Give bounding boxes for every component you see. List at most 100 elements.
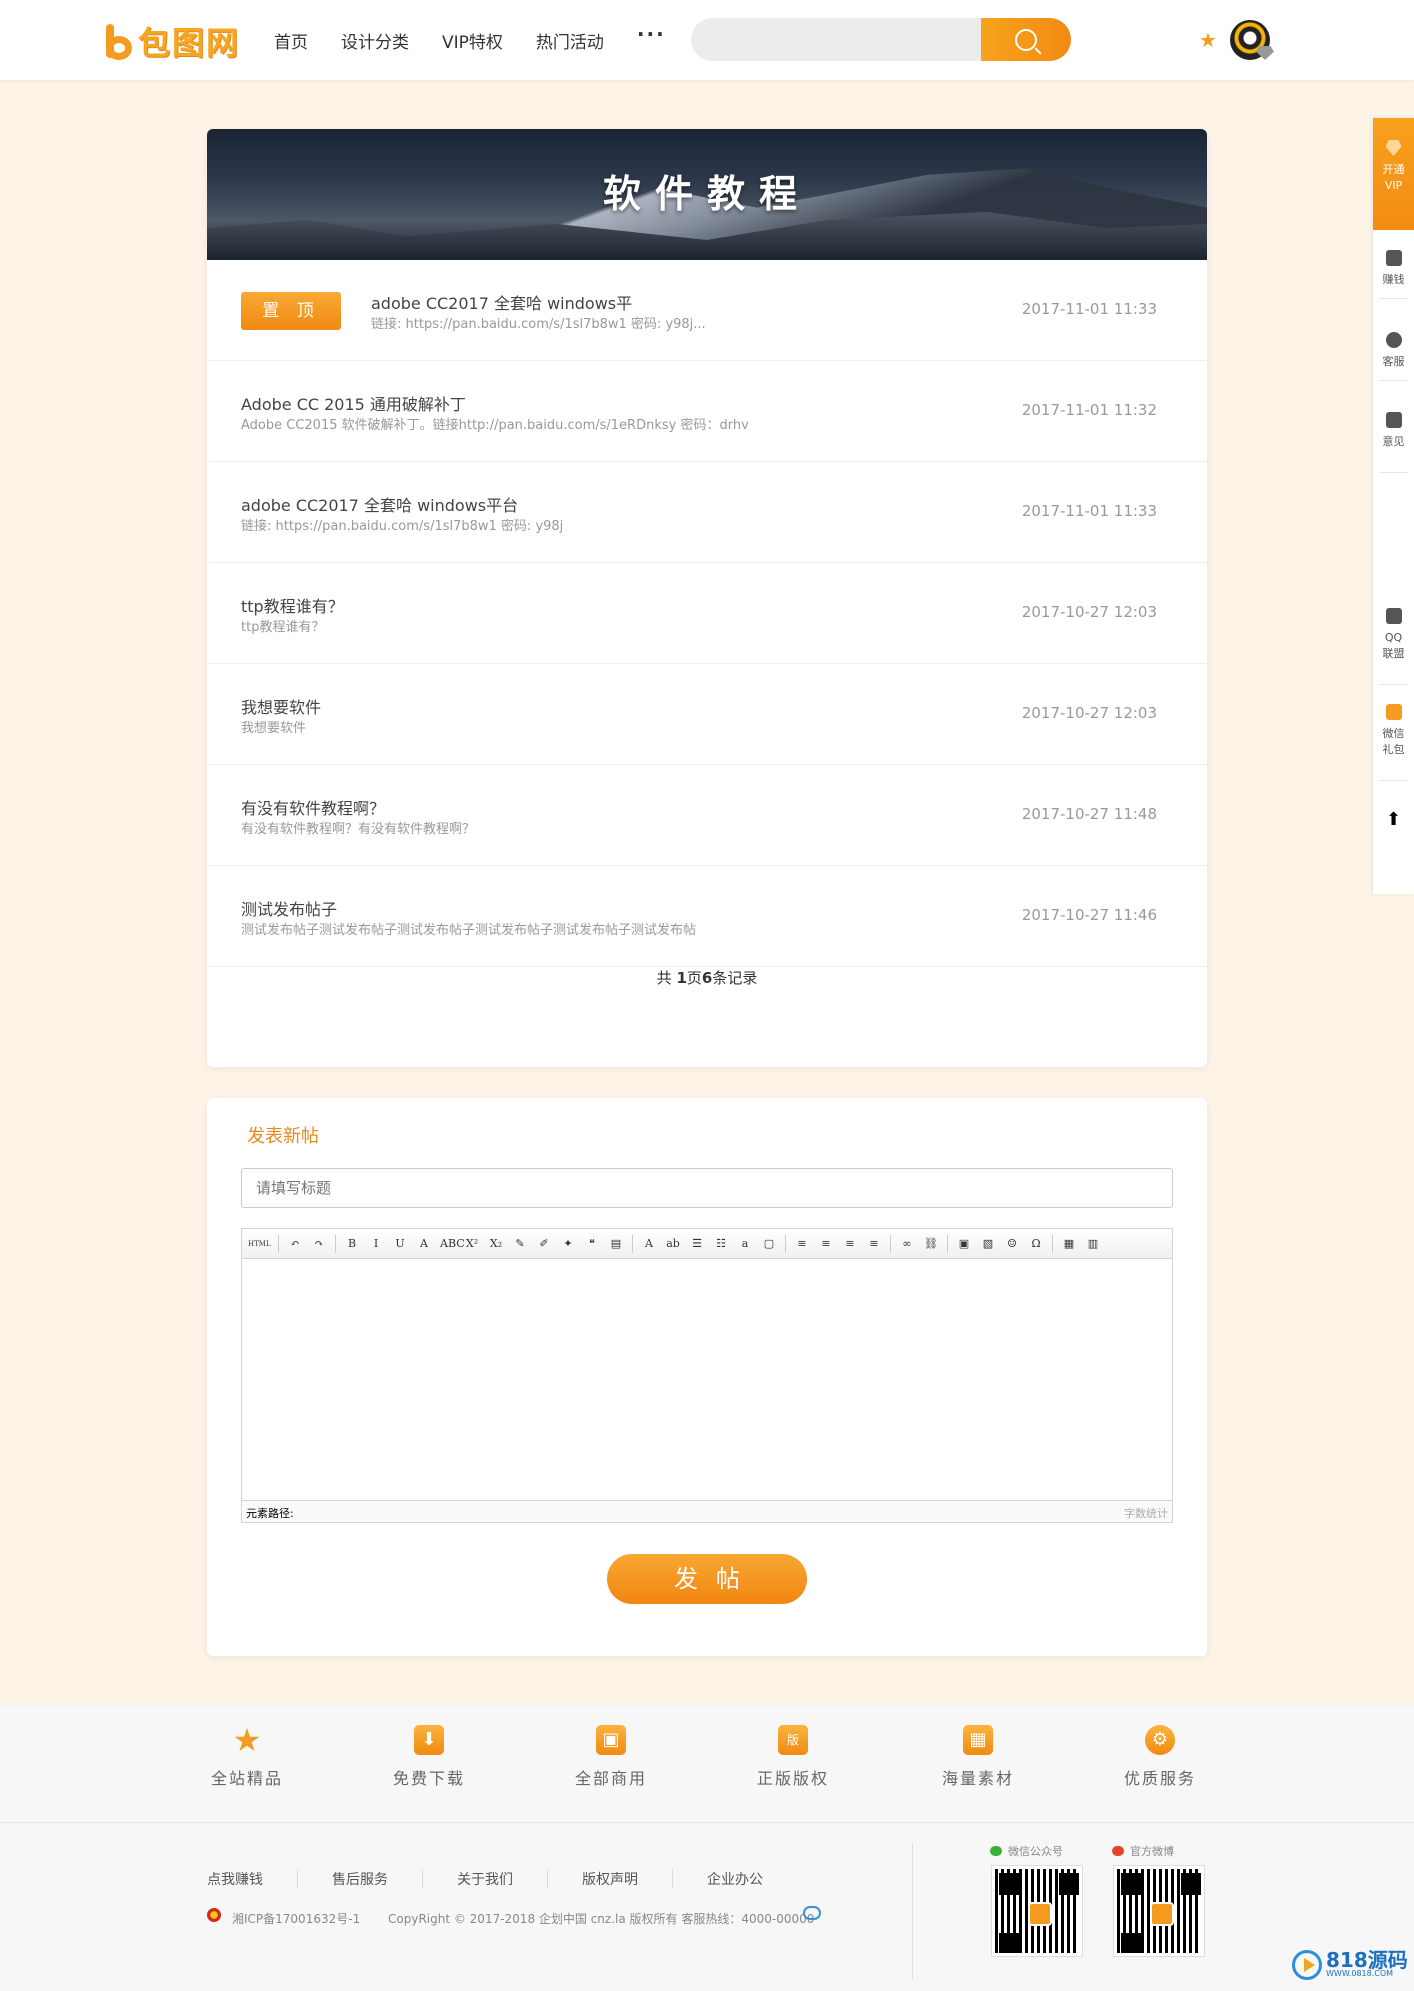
sidebar-item-qq-union[interactable]: QQ联盟 [1373,608,1414,662]
post-title-input[interactable] [241,1168,1173,1208]
post-title[interactable]: adobe CC2017 全套哈 windows平 [371,290,632,314]
editor-toolbar-button[interactable]: Ω [1028,1236,1044,1252]
pager-prefix: 共 [656,969,677,987]
divider [1379,780,1408,781]
editor-toolbar-button[interactable]: ≡ [866,1236,882,1252]
pager-mid: 页 [686,969,702,987]
editor-toolbar-button[interactable]: ▦ [1061,1236,1077,1252]
feedback-icon [1385,412,1402,428]
editor-toolbar-button[interactable]: B [344,1236,360,1252]
footer-link-after-sales[interactable]: 售后服务 [297,1869,422,1889]
divider [912,1843,913,1979]
post-title[interactable]: 测试发布帖子 [241,896,337,920]
post-summary: 链接: https://pan.baidu.com/s/1sl7b8w1 密码:… [371,317,706,332]
right-float-sidebar: 开通VIP 赚钱 客服 意见 QQ联盟 微信礼包 ⬆ [1373,118,1414,894]
toolbar-separator [890,1234,891,1253]
cloud-icon [803,1906,821,1920]
editor-toolbar-button[interactable]: ☷ [713,1236,729,1252]
post-title[interactable]: 有没有软件教程啊？ [241,795,385,819]
nav-item-hot-events[interactable]: 热门活动 [536,28,604,53]
editor-toolbar-button[interactable]: ▤ [608,1236,624,1252]
editor-toolbar-button[interactable]: ▧ [980,1236,996,1252]
favorites-star-icon[interactable]: ★ [1199,28,1217,52]
post-row[interactable]: adobe CC2017 全套哈 windows平台 链接: https://p… [207,462,1207,563]
divider [1379,684,1408,685]
editor-toolbar-button[interactable]: X₂ [488,1236,504,1252]
editor-toolbar-button[interactable]: ✦ [560,1236,576,1252]
footer-link-copyright[interactable]: 版权声明 [547,1869,672,1889]
editor-toolbar-button[interactable]: ABC [440,1236,465,1252]
nav-item-vip[interactable]: VIP特权 [442,28,503,53]
post-row[interactable]: Adobe CC 2015 通用破解补丁 Adobe CC2015 软件破解补丁… [207,361,1207,462]
editor-toolbar-button[interactable]: A [641,1236,657,1252]
editor-toolbar-button[interactable]: ▢ [761,1236,777,1252]
icp-number[interactable]: 湘ICP备17001632号-1 [232,1910,360,1927]
post-date: 2017-10-27 11:46 [1021,906,1157,924]
qr-label-text: 官方微博 [1130,1845,1174,1858]
editor-toolbar-button[interactable]: ≡ [794,1236,810,1252]
toolbar-separator [632,1234,633,1253]
editor-toolbar-button[interactable]: ∞ [899,1236,915,1252]
nav-more-button[interactable]: ··· [637,22,666,53]
post-title[interactable]: 我想要软件 [241,694,321,718]
editor-toolbar-button[interactable]: ✎ [512,1236,528,1252]
pagination-summary: 共 1页6条记录 [207,967,1207,988]
editor-toolbar-button[interactable]: ❝ [584,1236,600,1252]
editor-toolbar-button[interactable]: U [392,1236,408,1252]
post-row[interactable]: 测试发布帖子 测试发布帖子测试发布帖子测试发布帖子测试发布帖子测试发布帖子测试发… [207,866,1207,967]
support-icon [1385,332,1402,348]
post-title[interactable]: Adobe CC 2015 通用破解补丁 [241,391,466,415]
post-summary: Adobe CC2015 软件破解补丁。链接http://pan.baidu.c… [241,418,749,433]
editor-toolbar-button[interactable]: ☰ [689,1236,705,1252]
element-path-label: 元素路径: [246,1507,294,1520]
post-row[interactable]: 置 顶 adobe CC2017 全套哈 windows平 链接: https:… [207,260,1207,361]
search-input[interactable] [691,18,981,61]
editor-toolbar-button[interactable]: ↶ [287,1236,303,1252]
feature-label: 正版版权 [756,1769,829,1788]
search-button[interactable] [981,18,1071,61]
post-title[interactable]: adobe CC2017 全套哈 windows平台 [241,492,518,516]
toolbar-separator [335,1234,336,1253]
editor-toolbar-button[interactable]: ↷ [311,1236,327,1252]
editor-toolbar-button[interactable]: I [368,1236,384,1252]
editor-toolbar-button[interactable]: X² [464,1236,480,1252]
sidebar-item-support[interactable]: 客服 [1373,332,1414,370]
editor-toolbar-button[interactable]: A [416,1236,432,1252]
qq-union-icon [1385,608,1402,624]
site-logo[interactable]: 包图网 [104,20,240,62]
board-banner: 软件教程 [207,129,1207,260]
editor-toolbar-button[interactable]: HTML [248,1236,271,1252]
sidebar-item-open-vip[interactable]: 开通VIP [1373,118,1414,230]
sidebar-item-earn[interactable]: 赚钱 [1373,250,1414,288]
editor-toolbar-button[interactable]: ☺ [1004,1236,1020,1252]
toolbar-separator [947,1234,948,1253]
editor-toolbar-button[interactable]: ▥ [1085,1236,1101,1252]
footer-link-about[interactable]: 关于我们 [422,1869,547,1889]
submit-post-button[interactable]: 发帖 [607,1554,807,1604]
editor-toolbar-button[interactable]: ab [665,1236,681,1252]
sidebar-item-feedback[interactable]: 意见 [1373,412,1414,450]
nav-item-home[interactable]: 首页 [274,28,308,53]
sidebar-item-wechat-gift[interactable]: 微信礼包 [1373,704,1414,758]
pager-suffix: 条记录 [712,969,758,987]
editor-toolbar-button[interactable]: ≡ [842,1236,858,1252]
editor-content-area[interactable] [242,1259,1172,1499]
editor-toolbar-button[interactable]: a [737,1236,753,1252]
footer-link-enterprise[interactable]: 企业办公 [672,1869,797,1889]
post-title[interactable]: ttp教程谁有？ [241,593,344,617]
word-count-label: 字数统计 [1124,1507,1168,1520]
editor-toolbar-button[interactable]: ▣ [956,1236,972,1252]
post-row[interactable]: ttp教程谁有？ ttp教程谁有？ 2017-10-27 12:03 [207,563,1207,664]
feature-item: ⬇ 免费下载 [369,1725,489,1789]
board-title: 软件教程 [602,172,811,216]
post-row[interactable]: 我想要软件 我想要软件 2017-10-27 12:03 [207,664,1207,765]
record-count: 6 [701,969,713,987]
editor-toolbar-button[interactable]: ⛓ [923,1236,939,1252]
editor-toolbar-button[interactable]: ≡ [818,1236,834,1252]
nav-item-design-categories[interactable]: 设计分类 [341,28,409,53]
post-row[interactable]: 有没有软件教程啊？ 有没有软件教程啊？有没有软件教程啊？ 2017-10-27 … [207,765,1207,866]
back-to-top-icon[interactable]: ⬆ [1373,811,1414,829]
footer-link-earn[interactable]: 点我赚钱 [207,1869,297,1889]
editor-toolbar-button[interactable]: ✐ [536,1236,552,1252]
main-nav: 首页 设计分类 VIP特权 热门活动 ··· [274,22,699,53]
